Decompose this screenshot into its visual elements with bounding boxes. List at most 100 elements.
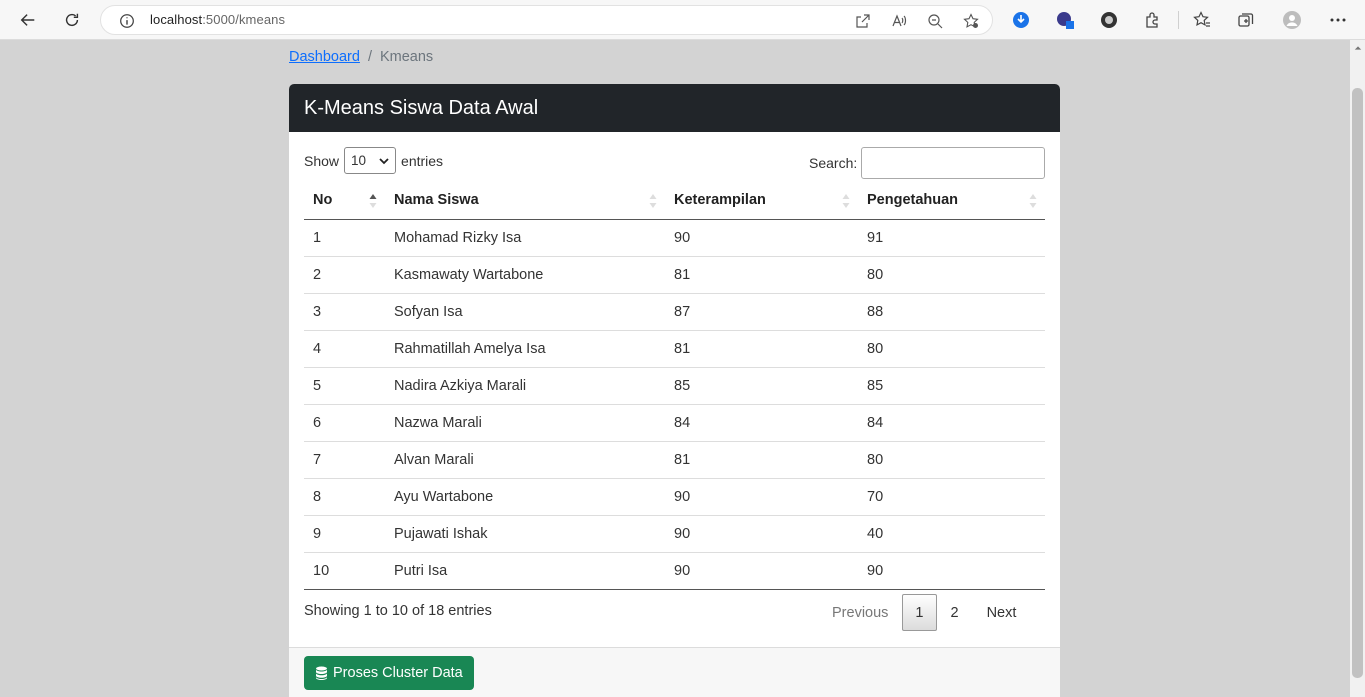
cell-keterampilan: 90 [665,478,858,516]
proses-cluster-button[interactable]: Proses Cluster Data [304,656,474,690]
cell-nama: Putri Isa [385,552,665,590]
collections-icon[interactable] [1234,8,1258,32]
cell-nama: Mohamad Rizky Isa [385,219,665,257]
cell-keterampilan: 81 [665,441,858,479]
pagination: Previous 1 2 Next [818,594,1030,631]
kmeans-card: K-Means Siswa Data Awal Show 10 entries … [289,84,1060,697]
table-row: 9 Pujawati Ishak 90 40 [304,515,1045,553]
sort-both-icon [649,194,657,208]
toolbar-divider [1178,11,1179,29]
open-in-app-icon[interactable] [853,11,873,31]
extensions-puzzle-icon[interactable] [1141,8,1165,32]
entries-length-control: Show 10 entries [304,147,443,174]
students-table: No Nama Siswa Keterampilan Pengetahuan 1… [304,182,1045,590]
cell-no: 5 [304,367,385,405]
more-options-icon[interactable] [1326,8,1350,32]
profile-avatar-icon[interactable] [1280,8,1304,32]
sort-ascending-icon [369,194,377,208]
table-row: 7 Alvan Marali 81 80 [304,441,1045,479]
reload-button[interactable] [58,6,86,34]
cell-no: 9 [304,515,385,553]
entries-select[interactable]: 10 [344,147,397,174]
address-bar[interactable]: localhost:5000/kmeans [100,5,993,35]
cell-pengetahuan: 70 [858,478,1045,516]
cell-nama: Pujawati Ishak [385,515,665,553]
cell-keterampilan: 85 [665,367,858,405]
info-icon[interactable] [118,12,136,30]
search-input[interactable] [861,147,1046,179]
table-header-row: No Nama Siswa Keterampilan Pengetahuan [304,182,1045,220]
zoom-out-icon[interactable] [925,11,945,31]
cell-pengetahuan: 84 [858,404,1045,442]
add-favorite-icon[interactable] [961,11,981,31]
cell-pengetahuan: 90 [858,552,1045,590]
cell-no: 4 [304,330,385,368]
card-footer: Proses Cluster Data [289,647,1060,697]
table-row: 5 Nadira Azkiya Marali 85 85 [304,367,1045,405]
cell-nama: Kasmawaty Wartabone [385,256,665,294]
column-header-pengetahuan[interactable]: Pengetahuan [858,182,1045,220]
show-label: Show [304,152,340,169]
cell-keterampilan: 90 [665,552,858,590]
pagination-page-2[interactable]: 2 [937,594,973,631]
cell-keterampilan: 81 [665,256,858,294]
cell-nama: Rahmatillah Amelya Isa [385,330,665,368]
cell-nama: Nadira Azkiya Marali [385,367,665,405]
cell-pengetahuan: 88 [858,293,1045,331]
search-label: Search: [809,155,858,171]
url-text: localhost:5000/kmeans [150,12,286,27]
scroll-up-arrow-icon[interactable] [1350,40,1365,55]
cell-keterampilan: 90 [665,515,858,553]
table-search: Search: [809,147,1046,179]
cell-keterampilan: 87 [665,293,858,331]
breadcrumb-current: Kmeans [379,49,434,65]
scrollbar-thumb[interactable] [1352,88,1363,678]
cell-no: 2 [304,256,385,294]
cell-pengetahuan: 91 [858,219,1045,257]
extension-icon[interactable] [1053,8,1077,32]
column-header-nama[interactable]: Nama Siswa [385,182,665,220]
breadcrumb-dashboard-link[interactable]: Dashboard [289,49,360,65]
cell-no: 6 [304,404,385,442]
cell-no: 10 [304,552,385,590]
browser-toolbar: localhost:5000/kmeans [0,0,1365,40]
cell-no: 7 [304,441,385,479]
cell-pengetahuan: 80 [858,256,1045,294]
entries-label: entries [401,152,444,169]
extension-circle-icon[interactable] [1097,8,1121,32]
column-header-no[interactable]: No [304,182,385,220]
proses-cluster-label: Proses Cluster Data [333,665,463,681]
back-button[interactable] [14,6,42,34]
cell-nama: Alvan Marali [385,441,665,479]
table-row: 6 Nazwa Marali 84 84 [304,404,1045,442]
table-row: 4 Rahmatillah Amelya Isa 81 80 [304,330,1045,368]
table-row: 1 Mohamad Rizky Isa 90 91 [304,219,1045,257]
cell-nama: Ayu Wartabone [385,478,665,516]
back-arrow-icon [20,14,35,26]
table-info: Showing 1 to 10 of 18 entries [304,603,492,619]
card-title: K-Means Siswa Data Awal [304,96,539,119]
cell-no: 3 [304,293,385,331]
pagination-next-button[interactable]: Next [973,594,1031,631]
chevron-down-icon [379,157,389,164]
breadcrumb: Dashboard / Kmeans [289,49,433,65]
table-row: 10 Putri Isa 90 90 [304,552,1045,590]
favorites-icon[interactable] [1190,8,1214,32]
sort-both-icon [1029,194,1037,208]
cell-keterampilan: 90 [665,219,858,257]
pagination-previous-button[interactable]: Previous [818,594,902,631]
cell-pengetahuan: 40 [858,515,1045,553]
entries-select-value: 10 [351,153,367,168]
column-header-keterampilan[interactable]: Keterampilan [665,182,858,220]
cell-keterampilan: 84 [665,404,858,442]
pagination-page-1[interactable]: 1 [902,594,937,631]
table-row: 3 Sofyan Isa 87 88 [304,293,1045,331]
cell-nama: Nazwa Marali [385,404,665,442]
cell-no: 1 [304,219,385,257]
cell-keterampilan: 81 [665,330,858,368]
breadcrumb-separator: / [367,49,372,65]
table-row: 2 Kasmawaty Wartabone 81 80 [304,256,1045,294]
extension-download-icon[interactable] [1009,8,1033,32]
read-aloud-icon[interactable] [889,11,909,31]
card-header: K-Means Siswa Data Awal [289,84,1060,132]
